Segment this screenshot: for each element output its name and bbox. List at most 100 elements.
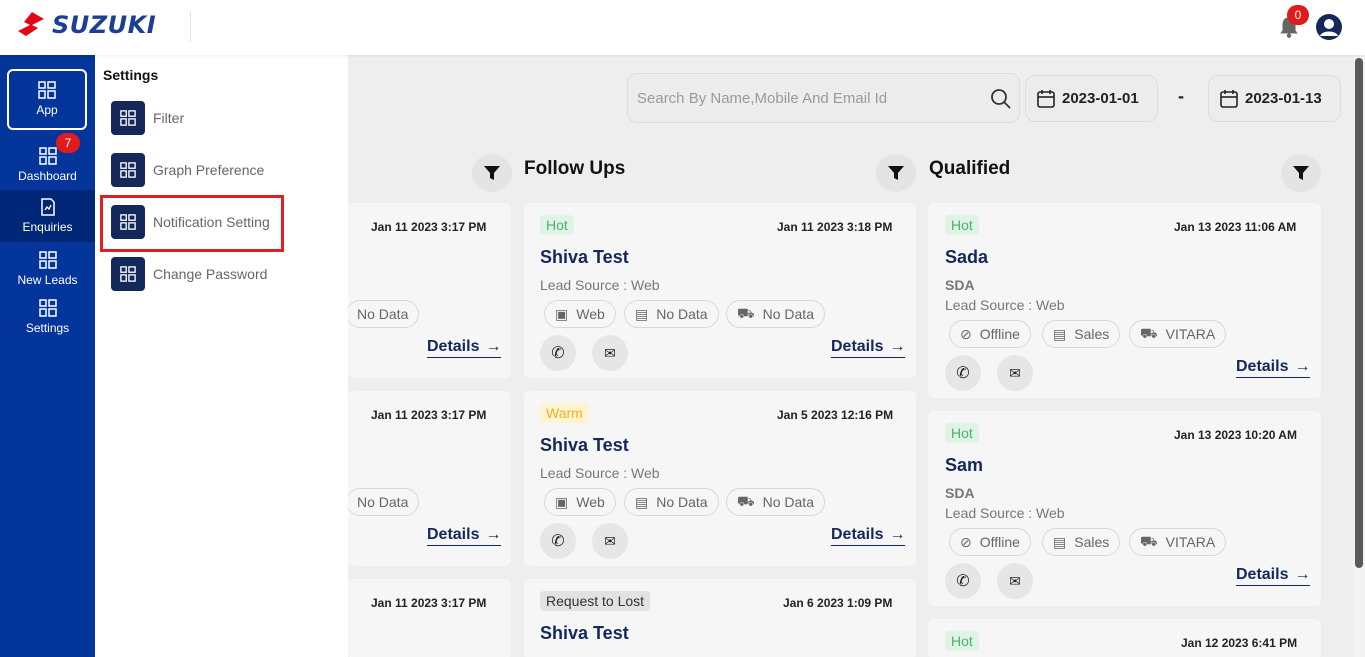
details-link[interactable]: Details → [831,526,906,546]
call-button[interactable]: ✆ [540,523,576,559]
status-badge: Hot [945,631,979,651]
scrollbar-thumb[interactable] [1355,58,1363,568]
filter-button[interactable] [876,154,916,192]
email-button[interactable]: ✉ [592,523,628,559]
card-date: Jan 11 2023 3:17 PM [371,220,487,234]
form-icon: ▤ [635,305,649,322]
lead-card[interactable]: Request to Lost Jan 6 2023 1:09 PM Shiva… [524,579,916,657]
search-icon[interactable] [990,88,1012,110]
mode-pill: ⊘ Offline [949,320,1031,348]
suzuki-s-icon [18,12,44,36]
grid-icon [38,147,57,165]
card-date: Jan 11 2023 3:17 PM [371,408,487,422]
sidebar-item-new-leads[interactable]: New Leads [0,251,95,287]
type-pill: ▤ Sales [1042,320,1121,348]
lead-card[interactable]: Hot Jan 13 2023 11:06 AM Sada SDA Lead S… [928,203,1321,398]
call-button[interactable]: ✆ [540,335,576,371]
form-icon: ▤ [1053,325,1067,342]
sidebar-item-label: Settings [25,321,70,335]
settings-item-change-password[interactable]: Change Password [111,257,341,291]
calendar-icon [1037,89,1055,108]
arrow-right-icon: → [1294,358,1311,375]
call-button[interactable]: ✆ [945,563,981,599]
details-link[interactable]: Details → [1236,566,1311,586]
suzuki-logo[interactable]: SUZUKI [16,10,156,40]
call-button[interactable]: ✆ [945,355,981,391]
web-icon: ▣ [555,305,569,322]
card-date: Jan 13 2023 11:06 AM [1174,220,1297,234]
lead-name: Sam [945,455,984,475]
card-date: Jan 12 2023 6:41 PM [1181,636,1298,650]
lead-card[interactable]: Hot Jan 11 2023 3:18 PM Shiva Test Lead … [524,203,916,378]
car-icon: ⛟ [737,304,755,321]
settings-item-label: Filter [153,110,185,126]
model-pill: ⛟ VITARA [1129,528,1227,556]
arrow-right-icon: → [889,526,906,543]
arrow-right-icon: → [889,338,906,355]
sidebar-item-settings[interactable]: Settings [0,299,95,335]
settings-item-filter[interactable]: Filter [111,101,341,135]
pill-label: VITARA [1165,326,1216,342]
details-label: Details [427,338,480,355]
column-title-follow-ups: Follow Ups [524,158,626,179]
card-date: Jan 5 2023 12:16 PM [777,408,894,422]
details-link[interactable]: Details → [427,338,502,358]
type-pill: ▤ Sales [1042,528,1121,556]
phone-icon: ✆ [956,365,970,382]
pill-label: Sales [1074,534,1110,550]
car-icon: ⛟ [1140,532,1158,549]
email-button[interactable]: ✉ [997,355,1033,391]
details-link[interactable]: Details → [427,526,502,546]
lead-model: SDA [945,485,975,501]
lead-card[interactable]: Jan 11 2023 3:17 PM [348,579,511,657]
email-button[interactable]: ✉ [592,335,628,371]
date-from-value: 2023-01-01 [1062,90,1139,107]
status-badge: Warm [540,403,589,423]
date-to-value: 2023-01-13 [1245,90,1322,107]
lead-card[interactable]: Hot Jan 12 2023 6:41 PM [928,619,1321,657]
settings-panel: Settings Filter Graph Preference Notific… [95,55,348,657]
grid-icon [111,257,145,291]
email-button[interactable]: ✉ [997,563,1033,599]
filter-button[interactable] [472,154,512,192]
pill-label: No Data [357,306,409,322]
phone-icon: ✆ [551,533,565,550]
settings-item-label: Graph Preference [153,162,265,178]
column-title-qualified: Qualified [929,158,1011,179]
sidebar-item-label: New Leads [17,273,78,287]
details-label: Details [831,338,884,355]
offline-icon: ⊘ [960,533,972,550]
pill-label: Web [576,306,605,322]
settings-item-graph-preference[interactable]: Graph Preference [111,153,341,187]
lead-card[interactable]: Jan 11 2023 3:17 PM No Data Details → [346,391,511,566]
mail-icon: ✉ [604,532,616,549]
status-badge: Hot [945,423,979,443]
web-icon: ▣ [555,493,569,510]
lead-card[interactable]: Hot Jan 13 2023 10:20 AM Sam SDA Lead So… [928,411,1321,606]
phone-icon: ✆ [956,573,970,590]
search-input[interactable]: Search By Name,Mobile And Email Id [627,73,1020,123]
filter-icon [888,166,904,180]
grid-icon [111,101,145,135]
filter-button[interactable] [1281,154,1321,192]
sidebar-item-app[interactable]: App [7,69,87,130]
info-pill: No Data [346,488,420,516]
user-avatar-icon[interactable] [1315,13,1343,41]
pill-label: No Data [762,306,814,322]
grid-icon [38,251,57,269]
lead-card[interactable]: Jan 11 2023 3:17 PM No Data Details → [346,203,511,378]
enquiries-count-badge: 7 [56,133,80,153]
lead-name: Shiva Test [540,435,629,455]
info-pill: No Data [346,300,420,328]
sidebar-item-enquiries[interactable]: Enquiries [0,190,95,242]
arrow-right-icon: → [485,526,502,543]
status-badge: Request to Lost [540,591,651,611]
lead-card[interactable]: Warm Jan 5 2023 12:16 PM Shiva Test Lead… [524,391,916,566]
sidebar-item-dashboard[interactable]: Dashboard [0,147,95,183]
model-pill: ⛟ No Data [726,488,825,516]
details-label: Details [1236,566,1289,583]
date-from-picker[interactable]: 2023-01-01 [1025,75,1158,122]
details-link[interactable]: Details → [831,338,906,358]
date-to-picker[interactable]: 2023-01-13 [1208,75,1341,122]
details-link[interactable]: Details → [1236,358,1311,378]
